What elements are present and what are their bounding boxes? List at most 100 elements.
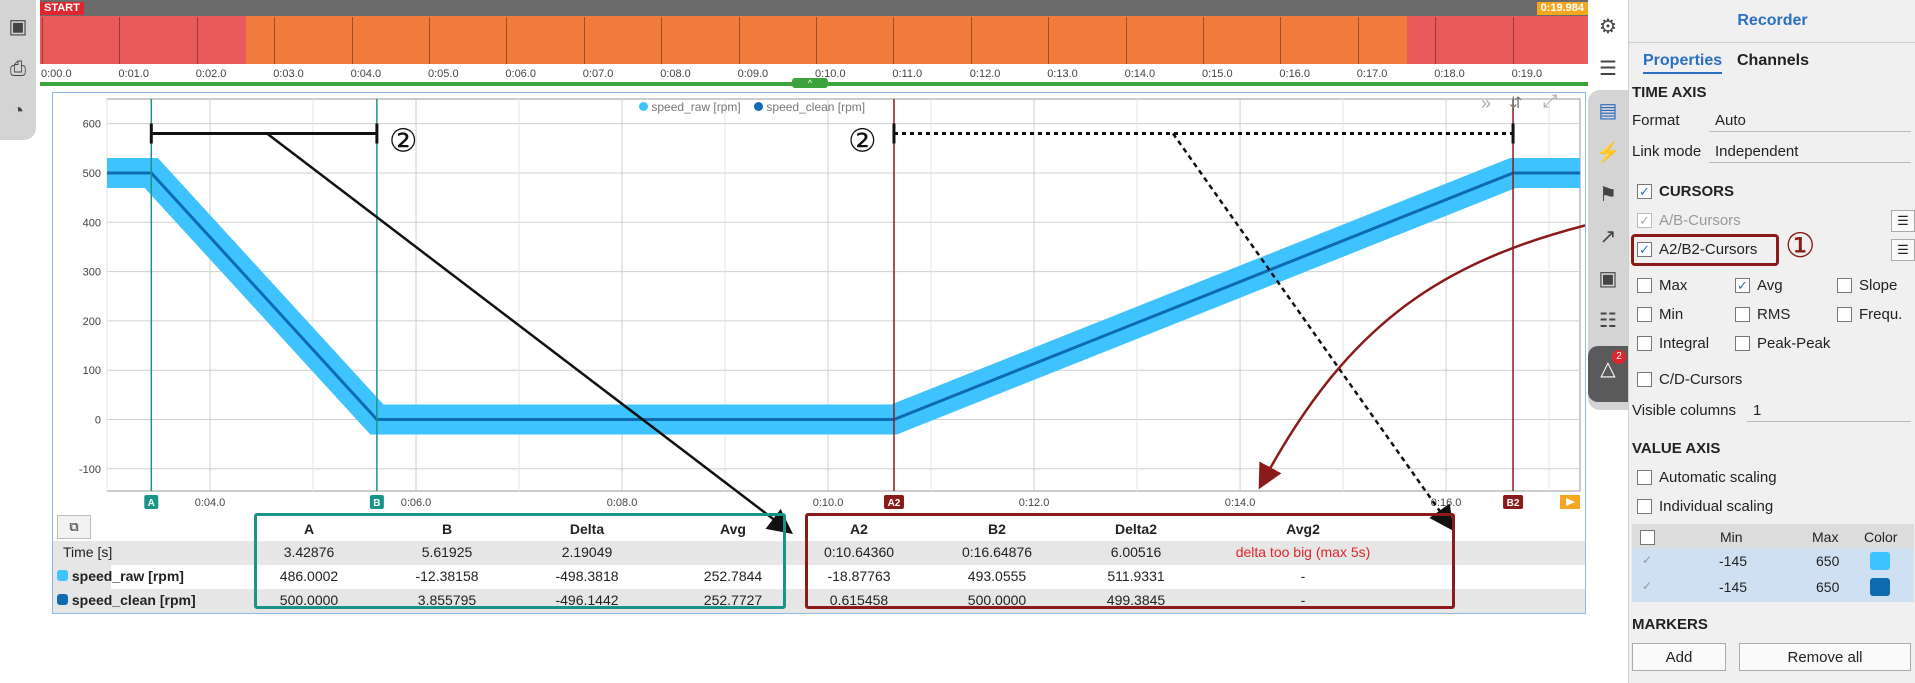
flag-icon[interactable]: ⚑ bbox=[1588, 178, 1628, 212]
panel-title: Recorder bbox=[1737, 12, 1808, 29]
timeline-tick-label: 0:00.0 bbox=[41, 68, 72, 80]
timeline-tick-label: 0:06.0 bbox=[505, 68, 536, 80]
x-tick-label: 0:08.0 bbox=[607, 497, 638, 509]
x-tick-label: 0:12.0 bbox=[1019, 497, 1050, 509]
legend-item-raw[interactable]: speed_raw [rpm] bbox=[651, 100, 740, 114]
link-mode-label: Link mode bbox=[1632, 143, 1702, 160]
badge: 2 bbox=[1612, 350, 1626, 364]
min-header: Min bbox=[1720, 529, 1743, 545]
timeline-tick bbox=[738, 17, 740, 64]
timeline-tick bbox=[1280, 17, 1282, 64]
value-table-row[interactable]: ✓ -145 650 bbox=[1632, 574, 1914, 602]
timeline-tick-label: 0:07.0 bbox=[582, 68, 614, 80]
chart-panel: A B A2 B2 600 500 400 300 200 100 0 -100 0:04.0 0:06… bbox=[52, 91, 1586, 614]
row-color-swatch[interactable] bbox=[1870, 578, 1890, 596]
a2b2-cursors-label: A2/B2-Cursors bbox=[1659, 241, 1758, 258]
timeline-overview[interactable]: START 0:19.984 0:00.0 0:01.0 0:02.0 0:03.0 0… bbox=[40, 0, 1588, 88]
legend-item-clean[interactable]: speed_clean [rpm] bbox=[766, 100, 865, 114]
timeline-header bbox=[40, 0, 1588, 16]
a2b2-group-highlight bbox=[805, 513, 1455, 609]
fullscreen-icon[interactable]: ⤢ bbox=[1543, 91, 1557, 112]
format-select[interactable]: Auto bbox=[1709, 110, 1911, 132]
ab-list-icon[interactable]: ☰ bbox=[1891, 210, 1915, 232]
max-label: Max bbox=[1659, 277, 1688, 294]
gear-icon[interactable]: ⚙ bbox=[1588, 10, 1628, 44]
printer-icon[interactable]: ⎙ bbox=[5, 56, 31, 82]
timeline-tick bbox=[1203, 17, 1204, 64]
cursors-checkbox[interactable]: ✓ bbox=[1637, 184, 1652, 199]
chart-collapse-icon[interactable]: » bbox=[1481, 93, 1491, 114]
max-checkbox[interactable] bbox=[1637, 278, 1652, 293]
a2b2-cursors-checkbox[interactable]: ✓ bbox=[1637, 242, 1652, 257]
tab-channels[interactable]: Channels bbox=[1737, 52, 1809, 70]
timeline-handle[interactable]: ^ bbox=[792, 78, 828, 88]
row-label-clean-text: speed_clean [rpm] bbox=[71, 592, 196, 608]
lightning-icon[interactable]: ⚡ bbox=[1588, 136, 1628, 170]
row-label-raw: speed_raw [rpm] bbox=[57, 568, 184, 584]
row-min[interactable]: -145 bbox=[1719, 553, 1747, 569]
y-tick-label: 400 bbox=[83, 217, 101, 229]
cursor-flag-label: A bbox=[148, 498, 155, 509]
integral-checkbox[interactable] bbox=[1637, 336, 1652, 351]
value-table-row[interactable]: ✓ -145 650 bbox=[1632, 548, 1914, 577]
windows-icon[interactable]: ▣ bbox=[5, 14, 31, 40]
copy-icon[interactable]: ⧉ bbox=[57, 515, 91, 539]
auto-scaling-checkbox[interactable] bbox=[1637, 470, 1652, 485]
rms-label: RMS bbox=[1757, 306, 1791, 323]
peak-peak-checkbox[interactable] bbox=[1735, 336, 1750, 351]
timeline-tick-label: 0:01.0 bbox=[118, 68, 149, 80]
slope-checkbox[interactable] bbox=[1837, 278, 1852, 293]
row-label-clean: speed_clean [rpm] bbox=[57, 592, 196, 608]
row-check-icon[interactable]: ✓ bbox=[1642, 553, 1652, 567]
a2b2-list-icon[interactable]: ☰ bbox=[1891, 239, 1915, 261]
ab-cursors-checkbox[interactable]: ✓ bbox=[1637, 213, 1652, 228]
timeline-tick bbox=[274, 17, 276, 64]
recorder-icon[interactable]: ▤ bbox=[1588, 94, 1628, 128]
timeline-tick-label: 0:13.0 bbox=[1047, 68, 1078, 80]
gauge-icon[interactable]: ◔ bbox=[5, 98, 31, 124]
export-icon[interactable]: ↗ bbox=[1588, 220, 1628, 254]
cd-cursors-label: C/D-Cursors bbox=[1659, 371, 1743, 388]
timeline-tick bbox=[1125, 17, 1127, 64]
y-tick-label: 600 bbox=[83, 119, 101, 131]
y-tick-label: -100 bbox=[79, 464, 101, 476]
remove-all-markers-button[interactable]: Remove all bbox=[1739, 643, 1911, 671]
chart-zoom-icon[interactable]: ⇵ bbox=[1509, 93, 1522, 113]
row-color-swatch[interactable] bbox=[1870, 552, 1890, 570]
tab-properties[interactable]: Properties bbox=[1643, 52, 1723, 74]
markers-heading: MARKERS bbox=[1632, 616, 1708, 633]
avg-label: Avg bbox=[1757, 277, 1783, 294]
value-table-select-all[interactable] bbox=[1640, 530, 1655, 545]
car-icon[interactable]: ▣ bbox=[1588, 262, 1628, 296]
cd-cursors-checkbox[interactable] bbox=[1637, 372, 1652, 387]
timeline-tick bbox=[506, 17, 508, 64]
row-max[interactable]: 650 bbox=[1816, 553, 1839, 569]
row-check-icon[interactable]: ✓ bbox=[1642, 579, 1652, 593]
cursor-flag-label: B2 bbox=[1507, 498, 1520, 509]
individual-scaling-label: Individual scaling bbox=[1659, 498, 1774, 515]
raw-swatch bbox=[57, 570, 68, 581]
row-min[interactable]: -145 bbox=[1719, 579, 1747, 595]
link-mode-select[interactable]: Independent bbox=[1709, 141, 1911, 163]
row-max[interactable]: 650 bbox=[1816, 579, 1839, 595]
timeline-tick-label: 0:19.0 bbox=[1511, 68, 1543, 80]
list-icon[interactable]: ☰ bbox=[1588, 52, 1628, 86]
visible-columns-label: Visible columns bbox=[1632, 402, 1736, 419]
legend-swatch-raw bbox=[639, 102, 648, 111]
avg-checkbox[interactable]: ✓ bbox=[1735, 278, 1750, 293]
cursor-flag-label: A2 bbox=[888, 498, 901, 509]
timeline-tick-label: 0:04.0 bbox=[350, 68, 382, 80]
legend: speed_raw [rpm] speed_clean [rpm] bbox=[639, 100, 865, 114]
timeline-end-label: 0:19.984 bbox=[1536, 2, 1588, 15]
add-marker-button[interactable]: Add bbox=[1632, 643, 1726, 671]
y-tick-label: 0 bbox=[95, 415, 101, 427]
min-checkbox[interactable] bbox=[1637, 307, 1652, 322]
rms-checkbox[interactable] bbox=[1735, 307, 1750, 322]
timeline-tick-label: 0:15.0 bbox=[1202, 68, 1233, 80]
frequ-checkbox[interactable] bbox=[1837, 307, 1852, 322]
hierarchy-icon[interactable]: ☷ bbox=[1588, 304, 1628, 338]
visible-columns-select[interactable]: 1 bbox=[1747, 400, 1911, 422]
y-tick-label: 500 bbox=[83, 168, 101, 180]
individual-scaling-checkbox[interactable] bbox=[1637, 499, 1652, 514]
timeline-tick-label: 0:18.0 bbox=[1434, 68, 1465, 80]
